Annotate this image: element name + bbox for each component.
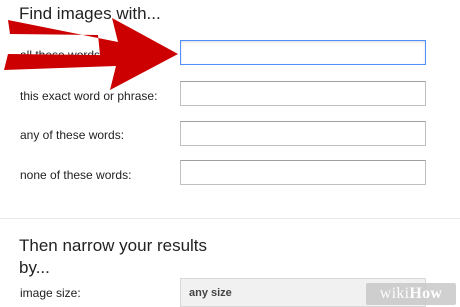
advanced-image-search-page: Find images with... all these words: thi… — [0, 0, 460, 307]
exact-phrase-input[interactable] — [180, 81, 426, 106]
image-size-label: image size: — [20, 286, 81, 300]
any-of-these-words-input[interactable] — [180, 121, 426, 146]
none-of-these-words-input[interactable] — [180, 160, 426, 185]
section-divider — [0, 218, 460, 219]
none-of-these-words-label: none of these words: — [20, 168, 132, 182]
red-arrow-shape — [4, 18, 178, 90]
wikihow-watermark: wikiHow — [366, 283, 456, 305]
all-these-words-input[interactable] — [180, 40, 426, 65]
narrow-results-heading: Then narrow your results by... — [19, 236, 208, 277]
red-arrow-annotation — [4, 18, 178, 90]
any-of-these-words-label: any of these words: — [20, 128, 125, 142]
